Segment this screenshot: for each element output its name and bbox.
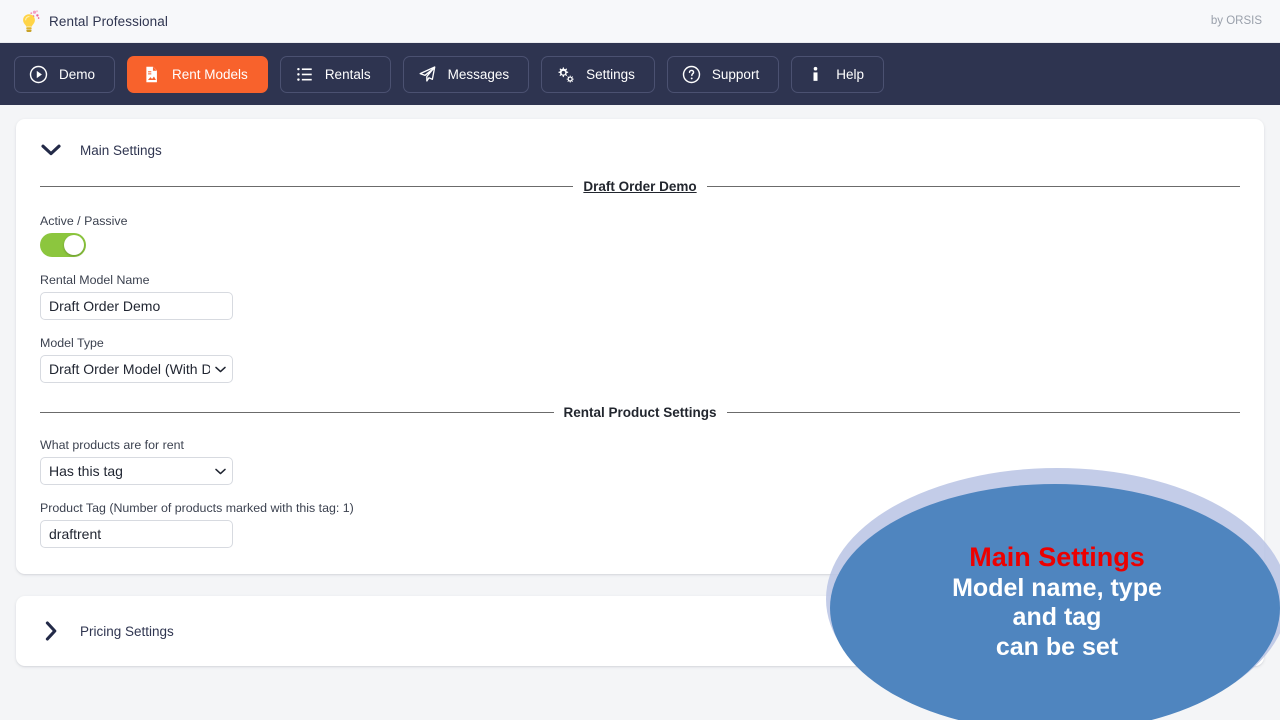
nav-item-label: Rentals bbox=[324, 66, 371, 82]
rental-model-name-field: Rental Model Name bbox=[40, 273, 1240, 320]
rental-model-name-input[interactable] bbox=[40, 292, 233, 320]
pricing-settings-card: Pricing Settings bbox=[16, 596, 1264, 666]
toggle-knob bbox=[64, 235, 84, 255]
brand-identity: Rental Professional bbox=[18, 9, 168, 33]
file-document-icon bbox=[142, 65, 161, 84]
divider-title: Rental Product Settings bbox=[563, 405, 717, 420]
main-settings-label: Main Settings bbox=[80, 142, 162, 158]
nav-item-label: Settings bbox=[586, 66, 635, 82]
active-passive-toggle[interactable] bbox=[40, 233, 86, 257]
nav-item-rentals[interactable]: Rentals bbox=[279, 55, 391, 93]
what-products-select[interactable]: Has this tag bbox=[40, 457, 233, 485]
main-settings-body: Draft Order Demo Active / Passive Rental… bbox=[16, 179, 1264, 574]
question-circle-icon bbox=[682, 65, 701, 84]
page-content: Main Settings Draft Order Demo Active / … bbox=[0, 119, 1280, 666]
model-type-field: Model Type Draft Order Model (With Depos… bbox=[40, 336, 1240, 383]
rental-model-name-label: Rental Model Name bbox=[40, 273, 150, 287]
nav-item-demo[interactable]: Demo bbox=[14, 55, 116, 93]
nav-item-support[interactable]: Support bbox=[666, 55, 780, 93]
brand-bar: Rental Professional by ORSIS bbox=[0, 0, 1280, 43]
nav-item-help[interactable]: Help bbox=[791, 55, 884, 93]
lightbulb-idea-icon bbox=[18, 9, 40, 33]
draft-order-demo-divider: Draft Order Demo bbox=[40, 179, 1240, 194]
divider-line-left bbox=[40, 412, 554, 413]
model-type-label: Model Type bbox=[40, 336, 104, 350]
active-passive-label: Active / Passive bbox=[40, 214, 128, 228]
nav-item-label: Demo bbox=[59, 66, 96, 82]
nav-item-label: Support bbox=[711, 66, 760, 82]
rental-product-settings-divider: Rental Product Settings bbox=[40, 405, 1241, 420]
product-tag-input[interactable] bbox=[40, 520, 233, 548]
model-type-select[interactable]: Draft Order Model (With Deposit) bbox=[40, 355, 233, 383]
what-products-label: What products are for rent bbox=[40, 438, 184, 452]
info-icon bbox=[806, 65, 825, 84]
list-icon bbox=[295, 65, 314, 84]
app-title: Rental Professional bbox=[49, 13, 168, 29]
chevron-down-icon[interactable] bbox=[40, 139, 62, 161]
product-tag-field: Product Tag (Number of products marked w… bbox=[40, 501, 1240, 548]
main-settings-header[interactable]: Main Settings bbox=[16, 119, 1264, 171]
nav-item-settings[interactable]: Settings bbox=[541, 55, 655, 93]
pricing-settings-header[interactable]: Pricing Settings bbox=[16, 596, 1264, 666]
vendor-label: by ORSIS bbox=[1210, 15, 1262, 27]
main-settings-card: Main Settings Draft Order Demo Active / … bbox=[16, 119, 1264, 574]
nav-item-label: Rent Models bbox=[172, 66, 248, 82]
model-type-select-wrap: Draft Order Model (With Deposit) bbox=[40, 355, 233, 383]
nav-item-messages[interactable]: Messages bbox=[402, 55, 530, 93]
nav-item-label: Messages bbox=[447, 66, 510, 82]
nav-item-rent-models[interactable]: Rent Models bbox=[127, 55, 268, 93]
divider-title: Draft Order Demo bbox=[583, 179, 697, 194]
gears-icon bbox=[556, 65, 575, 84]
divider-line-right bbox=[726, 412, 1241, 413]
pricing-settings-label: Pricing Settings bbox=[80, 623, 174, 639]
app-window: Rental Professional by ORSIS Demo Rent Mo… bbox=[0, 0, 1280, 720]
what-products-field: What products are for rent Has this tag bbox=[40, 438, 1240, 485]
nav-item-label: Help bbox=[836, 66, 864, 82]
product-tag-label: Product Tag (Number of products marked w… bbox=[40, 501, 354, 515]
chevron-right-icon[interactable] bbox=[40, 620, 62, 642]
main-navigation: Demo Rent Models Rentals Messages Settings Su… bbox=[0, 43, 1280, 105]
divider-line-left bbox=[40, 186, 574, 187]
what-products-select-wrap: Has this tag bbox=[40, 457, 233, 485]
active-passive-field: Active / Passive bbox=[40, 214, 1240, 257]
play-circle-icon bbox=[29, 65, 48, 84]
paper-plane-icon bbox=[418, 65, 437, 84]
divider-line-right bbox=[706, 186, 1240, 187]
